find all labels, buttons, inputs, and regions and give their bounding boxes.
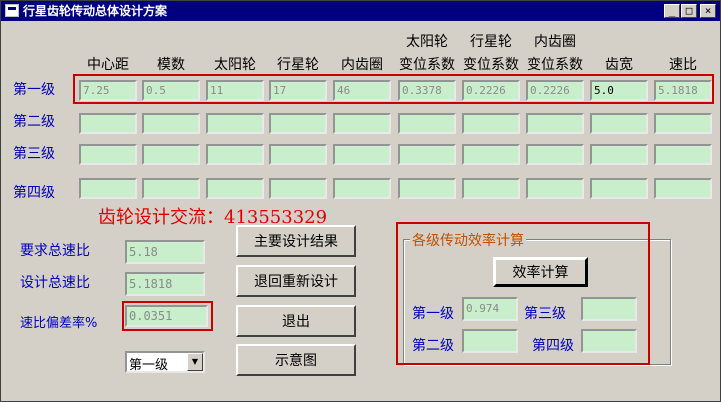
column-header: 行星轮 bbox=[277, 57, 319, 73]
parameter-field[interactable] bbox=[142, 113, 200, 134]
exit-button[interactable]: 退出 bbox=[236, 305, 356, 337]
parameter-field[interactable] bbox=[590, 113, 648, 134]
window-title: 行星齿轮传动总体设计方案 bbox=[23, 4, 168, 18]
column-header: 内齿圈 bbox=[341, 57, 383, 73]
parameter-field[interactable] bbox=[333, 113, 391, 134]
column-header-top: 太阳轮 bbox=[406, 34, 448, 50]
column-header: 模数 bbox=[157, 57, 185, 73]
column-header: 变位系数 bbox=[527, 57, 583, 73]
stage1-highlight-box bbox=[73, 74, 714, 104]
stage-row-label: 第一级 bbox=[13, 82, 55, 98]
parameter-field[interactable] bbox=[654, 178, 712, 199]
deviation-highlight-box bbox=[122, 301, 213, 331]
stage-select-value: 第一级 bbox=[129, 358, 169, 373]
main-results-button[interactable]: 主要设计结果 bbox=[236, 225, 356, 257]
parameter-field[interactable] bbox=[333, 178, 391, 199]
parameter-field[interactable] bbox=[398, 144, 456, 165]
ratio-deviation-label: 速比偏差率% bbox=[20, 316, 98, 331]
column-header: 变位系数 bbox=[399, 57, 455, 73]
parameter-field[interactable] bbox=[142, 144, 200, 165]
column-header: 太阳轮 bbox=[214, 57, 256, 73]
parameter-field[interactable] bbox=[206, 178, 264, 199]
parameter-field[interactable] bbox=[206, 113, 264, 134]
parameter-field[interactable] bbox=[398, 113, 456, 134]
parameter-field[interactable] bbox=[462, 113, 520, 134]
stage-row-label: 第四级 bbox=[13, 185, 55, 201]
parameter-field[interactable] bbox=[333, 144, 391, 165]
parameter-field[interactable] bbox=[269, 178, 327, 199]
parameter-field[interactable] bbox=[269, 113, 327, 134]
parameter-field[interactable] bbox=[526, 113, 584, 134]
parameter-field[interactable] bbox=[79, 144, 137, 165]
parameter-field[interactable] bbox=[526, 178, 584, 199]
stage-select[interactable]: 第一级 ▼ bbox=[125, 351, 205, 373]
parameter-field[interactable] bbox=[398, 178, 456, 199]
stage-row-label: 第二级 bbox=[13, 114, 55, 130]
minimize-button[interactable]: _ bbox=[664, 4, 680, 18]
column-header: 中心距 bbox=[87, 57, 129, 73]
parameter-field[interactable] bbox=[590, 144, 648, 165]
design-ratio-label: 设计总速比 bbox=[20, 275, 90, 291]
parameter-field[interactable] bbox=[79, 113, 137, 134]
efficiency-highlight-box bbox=[396, 222, 650, 365]
parameter-field[interactable] bbox=[206, 144, 264, 165]
parameter-field[interactable] bbox=[526, 144, 584, 165]
column-header-top: 内齿圈 bbox=[534, 34, 576, 50]
chevron-down-icon[interactable]: ▼ bbox=[187, 353, 203, 371]
column-header: 速比 bbox=[669, 57, 697, 73]
app-icon[interactable] bbox=[5, 4, 19, 17]
parameter-field[interactable] bbox=[654, 144, 712, 165]
stage-row-label: 第三级 bbox=[13, 146, 55, 162]
parameter-field[interactable] bbox=[462, 144, 520, 165]
parameter-field[interactable] bbox=[269, 144, 327, 165]
parameter-field[interactable] bbox=[79, 178, 137, 199]
parameter-field[interactable] bbox=[142, 178, 200, 199]
design-ratio-field[interactable]: 5.1818 bbox=[125, 272, 205, 296]
parameter-field[interactable] bbox=[590, 178, 648, 199]
required-ratio-label: 要求总速比 bbox=[20, 243, 90, 259]
parameter-field[interactable] bbox=[654, 113, 712, 134]
app-window: 行星齿轮传动总体设计方案 _ □ × 太阳轮 行星轮 内齿圈 中心距 模数 太阳轮 行星轮内… bbox=[0, 0, 721, 402]
title-bar[interactable]: 行星齿轮传动总体设计方案 _ □ × bbox=[1, 1, 720, 21]
close-button[interactable]: × bbox=[700, 4, 716, 18]
maximize-button[interactable]: □ bbox=[681, 4, 697, 18]
column-header: 齿宽 bbox=[605, 57, 633, 73]
column-header: 变位系数 bbox=[463, 57, 519, 73]
diagram-button[interactable]: 示意图 bbox=[236, 344, 356, 376]
parameter-field[interactable] bbox=[462, 178, 520, 199]
required-ratio-field[interactable]: 5.18 bbox=[125, 240, 205, 264]
redesign-button[interactable]: 退回重新设计 bbox=[236, 265, 356, 297]
column-header-top: 行星轮 bbox=[470, 34, 512, 50]
